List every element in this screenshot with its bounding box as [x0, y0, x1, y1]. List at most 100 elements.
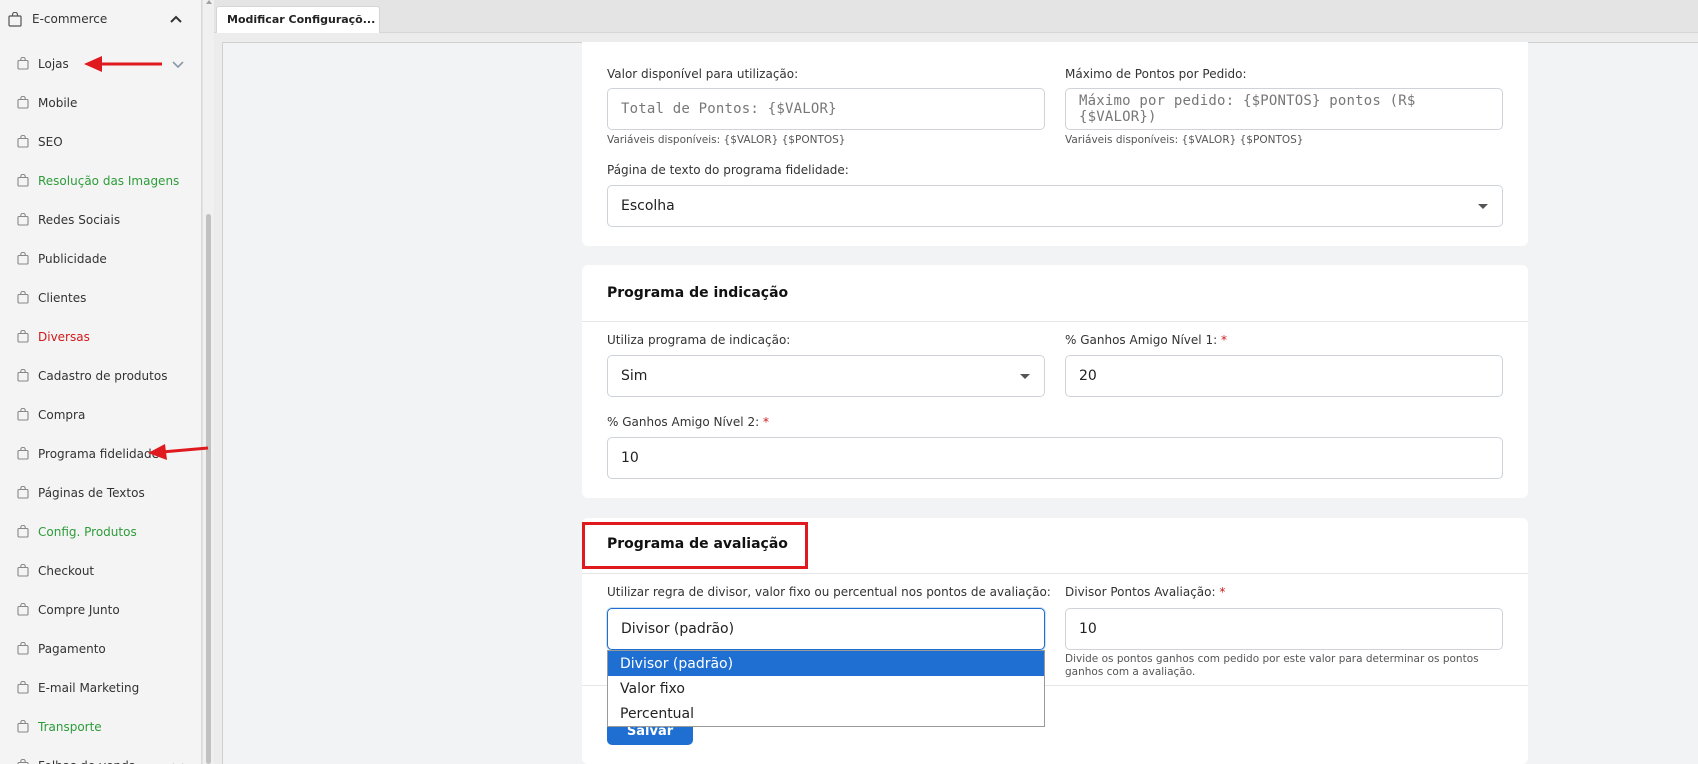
valor-disponivel-placeholder: Total de Pontos: {$VALOR}: [621, 101, 837, 117]
nivel1-label: % Ganhos Amigo Nível 1: *: [1065, 333, 1227, 347]
shopping-bag-icon: [17, 330, 29, 343]
shopping-bag-icon: [17, 135, 29, 148]
sidebar-item-label: Mobile: [38, 95, 78, 110]
divisor-help: Divide os pontos ganhos com pedido por e…: [1065, 653, 1479, 679]
annotation-arrow-icon: [148, 444, 209, 460]
divisor-label-text: Divisor Pontos Avaliação:: [1065, 585, 1216, 599]
regra-dropdown-list: Divisor (padrão) Valor fixo Percentual: [607, 650, 1045, 727]
sidebar-item-label: Programa fidelidade: [38, 446, 159, 461]
divisor-help-line2: ganhos com a avaliação.: [1065, 666, 1196, 678]
sidebar-item-paginas-de-textos[interactable]: Páginas de Textos: [0, 473, 201, 512]
regra-value: Divisor (padrão): [621, 621, 735, 637]
sidebar-item-label: Lojas: [38, 56, 69, 71]
sidebar-item-diversas[interactable]: Diversas: [0, 317, 201, 356]
sidebar-item-publicidade[interactable]: Publicidade: [0, 239, 201, 278]
option-divisor[interactable]: Divisor (padrão): [608, 651, 1044, 676]
indicacao-title: Programa de indicação: [607, 285, 789, 301]
sidebar-item-label: Compre Junto: [38, 602, 120, 617]
sidebar-item-pagamento[interactable]: Pagamento: [0, 629, 201, 668]
sidebar-item-label: Compra: [38, 407, 86, 422]
divisor-label: Divisor Pontos Avaliação: *: [1065, 585, 1225, 599]
shopping-bag-icon: [17, 525, 29, 538]
chevron-up-icon[interactable]: [170, 12, 182, 27]
option-valor-fixo[interactable]: Valor fixo: [608, 676, 1044, 701]
regra-select[interactable]: Divisor (padrão): [607, 608, 1045, 650]
shopping-bag-icon: [17, 213, 29, 226]
chevron-down-icon[interactable]: [172, 58, 184, 72]
valor-disponivel-help: Variáveis disponíveis: {$VALOR} {$PONTOS…: [607, 134, 846, 146]
divider: [582, 573, 1528, 574]
sidebar-item-label: Resolução das Imagens: [38, 173, 180, 188]
sidebar-item-resolucao-das-imagens[interactable]: Resolução das Imagens: [0, 161, 201, 200]
shopping-bag-icon: [17, 369, 29, 382]
sidebar-item-transporte[interactable]: Transporte: [0, 707, 201, 746]
annotation-highlight-box: [582, 522, 808, 569]
divisor-value: 10: [1079, 621, 1097, 637]
shopping-bag-icon: [17, 642, 29, 655]
valor-disponivel-label: Valor disponível para utilização:: [607, 67, 799, 81]
sidebar-item-checkout[interactable]: Checkout: [0, 551, 201, 590]
pagina-texto-select[interactable]: Escolha: [607, 185, 1503, 227]
option-percentual[interactable]: Percentual: [608, 701, 1044, 726]
nivel1-input[interactable]: 20: [1065, 355, 1503, 397]
required-mark: *: [762, 415, 769, 429]
maximo-pontos-label: Máximo de Pontos por Pedido:: [1065, 67, 1247, 81]
shopping-bag-icon: [17, 564, 29, 577]
sidebar-item-folhas-de-venda[interactable]: Folhas de venda: [0, 746, 201, 764]
sidebar-item-compre-junto[interactable]: Compre Junto: [0, 590, 201, 629]
regra-label: Utilizar regra de divisor, valor fixo ou…: [607, 585, 1051, 599]
chevron-down-icon[interactable]: [172, 760, 184, 764]
tab-bar: Modificar Configuraçõ...: [214, 0, 1698, 33]
shopping-bag-icon: [17, 447, 29, 460]
divisor-input[interactable]: 10: [1065, 608, 1503, 650]
sidebar-item-label: SEO: [38, 134, 63, 149]
nivel1-value: 20: [1079, 368, 1097, 384]
nivel2-label: % Ganhos Amigo Nível 2: *: [607, 415, 769, 429]
maximo-pontos-placeholder: Máximo por pedido: {$PONTOS} pontos (R$ …: [1079, 93, 1416, 125]
frame-gutter: [214, 33, 222, 764]
nivel2-input[interactable]: 10: [607, 437, 1503, 479]
scrollbar-thumb[interactable]: [206, 214, 211, 764]
tab-modificar-configuracoes[interactable]: Modificar Configuraçõ...: [216, 6, 380, 33]
scroll-up-arrow-icon[interactable]: [206, 0, 212, 4]
pagina-texto-value: Escolha: [621, 198, 675, 214]
nivel2-label-text: % Ganhos Amigo Nível 2:: [607, 415, 760, 429]
divisor-help-line1: Divide os pontos ganhos com pedido por e…: [1065, 653, 1479, 665]
required-mark: *: [1220, 333, 1227, 347]
sidebar-item-label: Config. Produtos: [38, 524, 137, 539]
sidebar-section-ecommerce[interactable]: E-commerce: [0, 0, 201, 38]
sidebar-item-e-mail-marketing[interactable]: E-mail Marketing: [0, 668, 201, 707]
shopping-bag-icon: [17, 252, 29, 265]
shopping-bag-icon: [17, 408, 29, 421]
valor-disponivel-input[interactable]: Total de Pontos: {$VALOR}: [607, 88, 1045, 130]
sidebar-item-redes-sociais[interactable]: Redes Sociais: [0, 200, 201, 239]
shopping-bag-icon: [17, 720, 29, 733]
sidebar-item-label: Páginas de Textos: [38, 485, 145, 500]
shopping-bag-icon: [17, 603, 29, 616]
sidebar-item-mobile[interactable]: Mobile: [0, 83, 201, 122]
sidebar-item-label: Publicidade: [38, 251, 107, 266]
shopping-bag-icon: [17, 486, 29, 499]
shopping-bag-icon: [8, 11, 22, 27]
sidebar-item-label: E-mail Marketing: [38, 680, 140, 695]
utiliza-indicacao-label: Utiliza programa de indicação:: [607, 333, 791, 347]
sidebar-section-title: E-commerce: [32, 12, 108, 26]
sidebar-item-label: Redes Sociais: [38, 212, 121, 227]
shopping-bag-icon: [17, 681, 29, 694]
sidebar-item-label: Checkout: [38, 563, 95, 578]
sidebar-item-config-produtos[interactable]: Config. Produtos: [0, 512, 201, 551]
maximo-pontos-input[interactable]: Máximo por pedido: {$PONTOS} pontos (R$ …: [1065, 88, 1503, 130]
card-programa-indicacao: Programa de indicação Utiliza programa d…: [582, 265, 1528, 498]
pagina-texto-label: Página de texto do programa fidelidade:: [607, 163, 849, 177]
maximo-pontos-help: Variáveis disponíveis: {$VALOR} {$PONTOS…: [1065, 134, 1304, 146]
sidebar-scrollbar[interactable]: [202, 0, 214, 764]
caret-down-icon: [1478, 204, 1488, 209]
shopping-bag-icon: [17, 57, 29, 70]
sidebar-item-compra[interactable]: Compra: [0, 395, 201, 434]
divider: [582, 321, 1528, 322]
sidebar-item-cadastro-de-produtos[interactable]: Cadastro de produtos: [0, 356, 201, 395]
utiliza-indicacao-select[interactable]: Sim: [607, 355, 1045, 397]
utiliza-indicacao-value: Sim: [621, 368, 648, 384]
sidebar-item-clientes[interactable]: Clientes: [0, 278, 201, 317]
sidebar-item-seo[interactable]: SEO: [0, 122, 201, 161]
